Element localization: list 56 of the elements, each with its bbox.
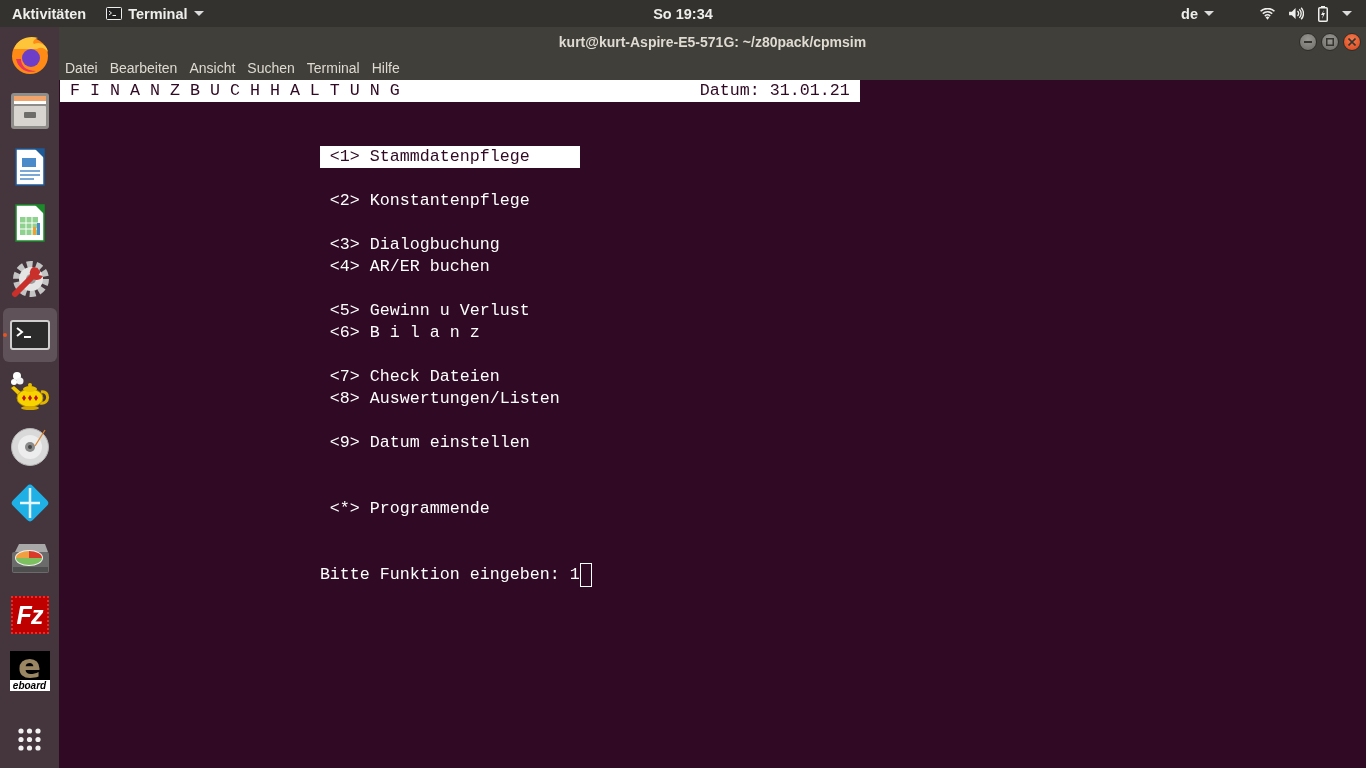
hard-drive-icon — [9, 543, 50, 575]
wrench-gear-icon — [10, 260, 49, 298]
caret-icon — [1204, 11, 1214, 16]
app-menu-label: Terminal — [128, 5, 188, 22]
disc-icon — [10, 428, 49, 466]
flame-globe-icon — [9, 35, 50, 75]
wifi-icon — [1260, 7, 1275, 20]
menu-option[interactable]: <1> Stammdatenpflege — [319, 146, 580, 168]
menu-option[interactable]: <6> B i l a n z — [329, 322, 480, 344]
activities-button[interactable]: Aktivitäten — [0, 0, 99, 27]
window-title: kurt@kurt-Aspire-E5-571G: ~/z80pack/cpmsim — [558, 33, 867, 50]
launcher-button[interactable] — [2, 308, 57, 362]
menu-option[interactable]: <9> Datum einstellen — [329, 432, 530, 454]
menu-option[interactable]: <7> Check Dateien — [329, 366, 500, 388]
terminal-icon — [106, 7, 123, 20]
maximize-icon — [1326, 37, 1334, 46]
menu-item[interactable]: Ansicht — [183, 60, 242, 76]
launcher-button[interactable]: Fz — [2, 588, 57, 642]
clock-button[interactable]: So 19:34 — [643, 0, 723, 27]
menu-item[interactable]: Datei — [59, 60, 104, 76]
menu-option[interactable]: <5> Gewinn u Verlust — [329, 300, 530, 322]
document-icon — [14, 148, 45, 186]
keyboard-layout-label: de — [1181, 5, 1198, 22]
minimize-button[interactable] — [1299, 32, 1317, 51]
menu-item[interactable]: Terminal — [300, 60, 366, 76]
prompt-text: Bitte Funktion eingeben: — [319, 564, 560, 586]
close-button[interactable] — [1343, 32, 1361, 51]
app-logo: Fz — [10, 596, 49, 634]
app-grid-icon — [18, 727, 41, 751]
menu-option[interactable]: <2> Konstantenpflege — [329, 190, 530, 212]
maximize-button[interactable] — [1321, 32, 1339, 51]
menu-option[interactable]: <*> Programmende — [329, 498, 490, 520]
spreadsheet-icon — [14, 204, 45, 242]
menu-option[interactable]: <4> AR/ER buchen — [329, 256, 490, 278]
close-icon — [1348, 37, 1356, 46]
minimize-icon — [1304, 40, 1312, 43]
caret-icon — [193, 11, 204, 16]
menu-item[interactable]: Suchen — [241, 60, 301, 76]
terminal-icon — [9, 320, 50, 350]
date-label: Datum: 31.01.21 — [699, 80, 850, 102]
teapot-icon — [9, 371, 50, 411]
menu-option[interactable]: <3> Dialogbuchung — [329, 234, 500, 256]
input-value: 1 — [569, 564, 580, 586]
logo-caption: eboard — [9, 680, 50, 691]
menu-option[interactable]: <8> Auswertungen/Listen — [329, 388, 560, 410]
menu-item[interactable]: Bearbeiten — [103, 60, 184, 76]
app-menu-button[interactable]: Terminal — [98, 0, 212, 27]
cursor-icon — [579, 563, 592, 587]
file-drawer-icon — [10, 93, 49, 129]
caret-icon — [1342, 11, 1352, 16]
battery-icon — [1318, 5, 1328, 22]
volume-icon — [1289, 7, 1304, 20]
logo-letter: e — [17, 652, 42, 680]
keyboard-layout-button[interactable]: de — [1175, 0, 1220, 27]
menu-item[interactable]: Hilfe — [365, 60, 406, 76]
program-title: F I N A N Z B U C H H A L T U N G — [70, 80, 400, 102]
